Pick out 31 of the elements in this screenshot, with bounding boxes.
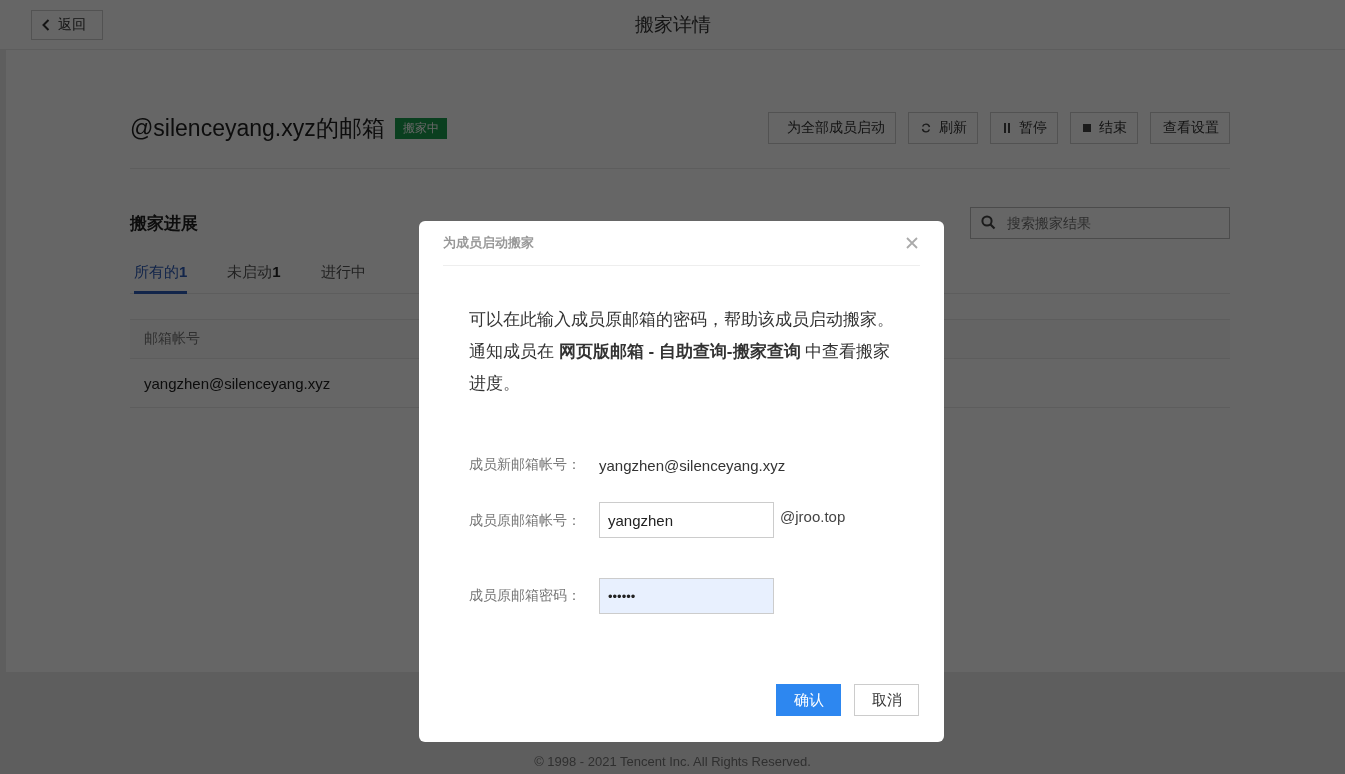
password-input[interactable]: •••••• [599,578,774,614]
field-label: 成员原邮箱密码： [469,587,582,605]
field-label: 成员原邮箱帐号： [469,511,582,530]
refresh-icon [921,123,931,133]
domain-suffix: @jroo.top [780,507,846,527]
confirm-button[interactable]: 确认 [776,684,841,716]
chevron-left-icon [42,18,50,31]
account-input[interactable]: yangzhen [599,502,774,538]
action-button[interactable]: 结束 [1070,112,1138,144]
filter-tab[interactable]: 进行中 [320,255,366,294]
action-button[interactable]: 刷新 [908,112,978,144]
pause-icon [1003,123,1011,133]
close-icon[interactable] [906,237,918,249]
filter-tab[interactable]: 所有的1 [134,255,188,294]
account-value: yangzhen@silenceyang.xyz [599,456,786,474]
dialog-title: 为成员启动搬家 [443,234,534,252]
section-heading: 搬家进展 [130,212,198,235]
action-button[interactable]: 查看设置 [1150,112,1230,144]
mailbox-title: @silenceyang.xyz的邮箱 [130,113,385,143]
stop-icon [1083,124,1091,132]
table-cell: yangzhen@silenceyang.xyz [144,374,331,392]
dialog-message: 可以在此输入成员原邮箱的密码，帮助该成员启动搬家。通知成员在 网页版邮箱 - 自助查询-搬家查询 中查看搬家进度。 [469,309,894,395]
field-label: 成员新邮箱帐号： [469,456,582,474]
action-button[interactable]: 为全部成员启动 [768,112,896,144]
search-icon [981,215,996,230]
action-button[interactable]: 暂停 [990,112,1058,144]
status-badge: 搬家中 [394,117,447,139]
back-button[interactable]: 返回 [31,9,103,40]
filter-tab[interactable]: 未启动1 [227,255,281,294]
cancel-button[interactable]: 取消 [854,684,919,716]
page-title: 搬家详情 [634,12,711,37]
